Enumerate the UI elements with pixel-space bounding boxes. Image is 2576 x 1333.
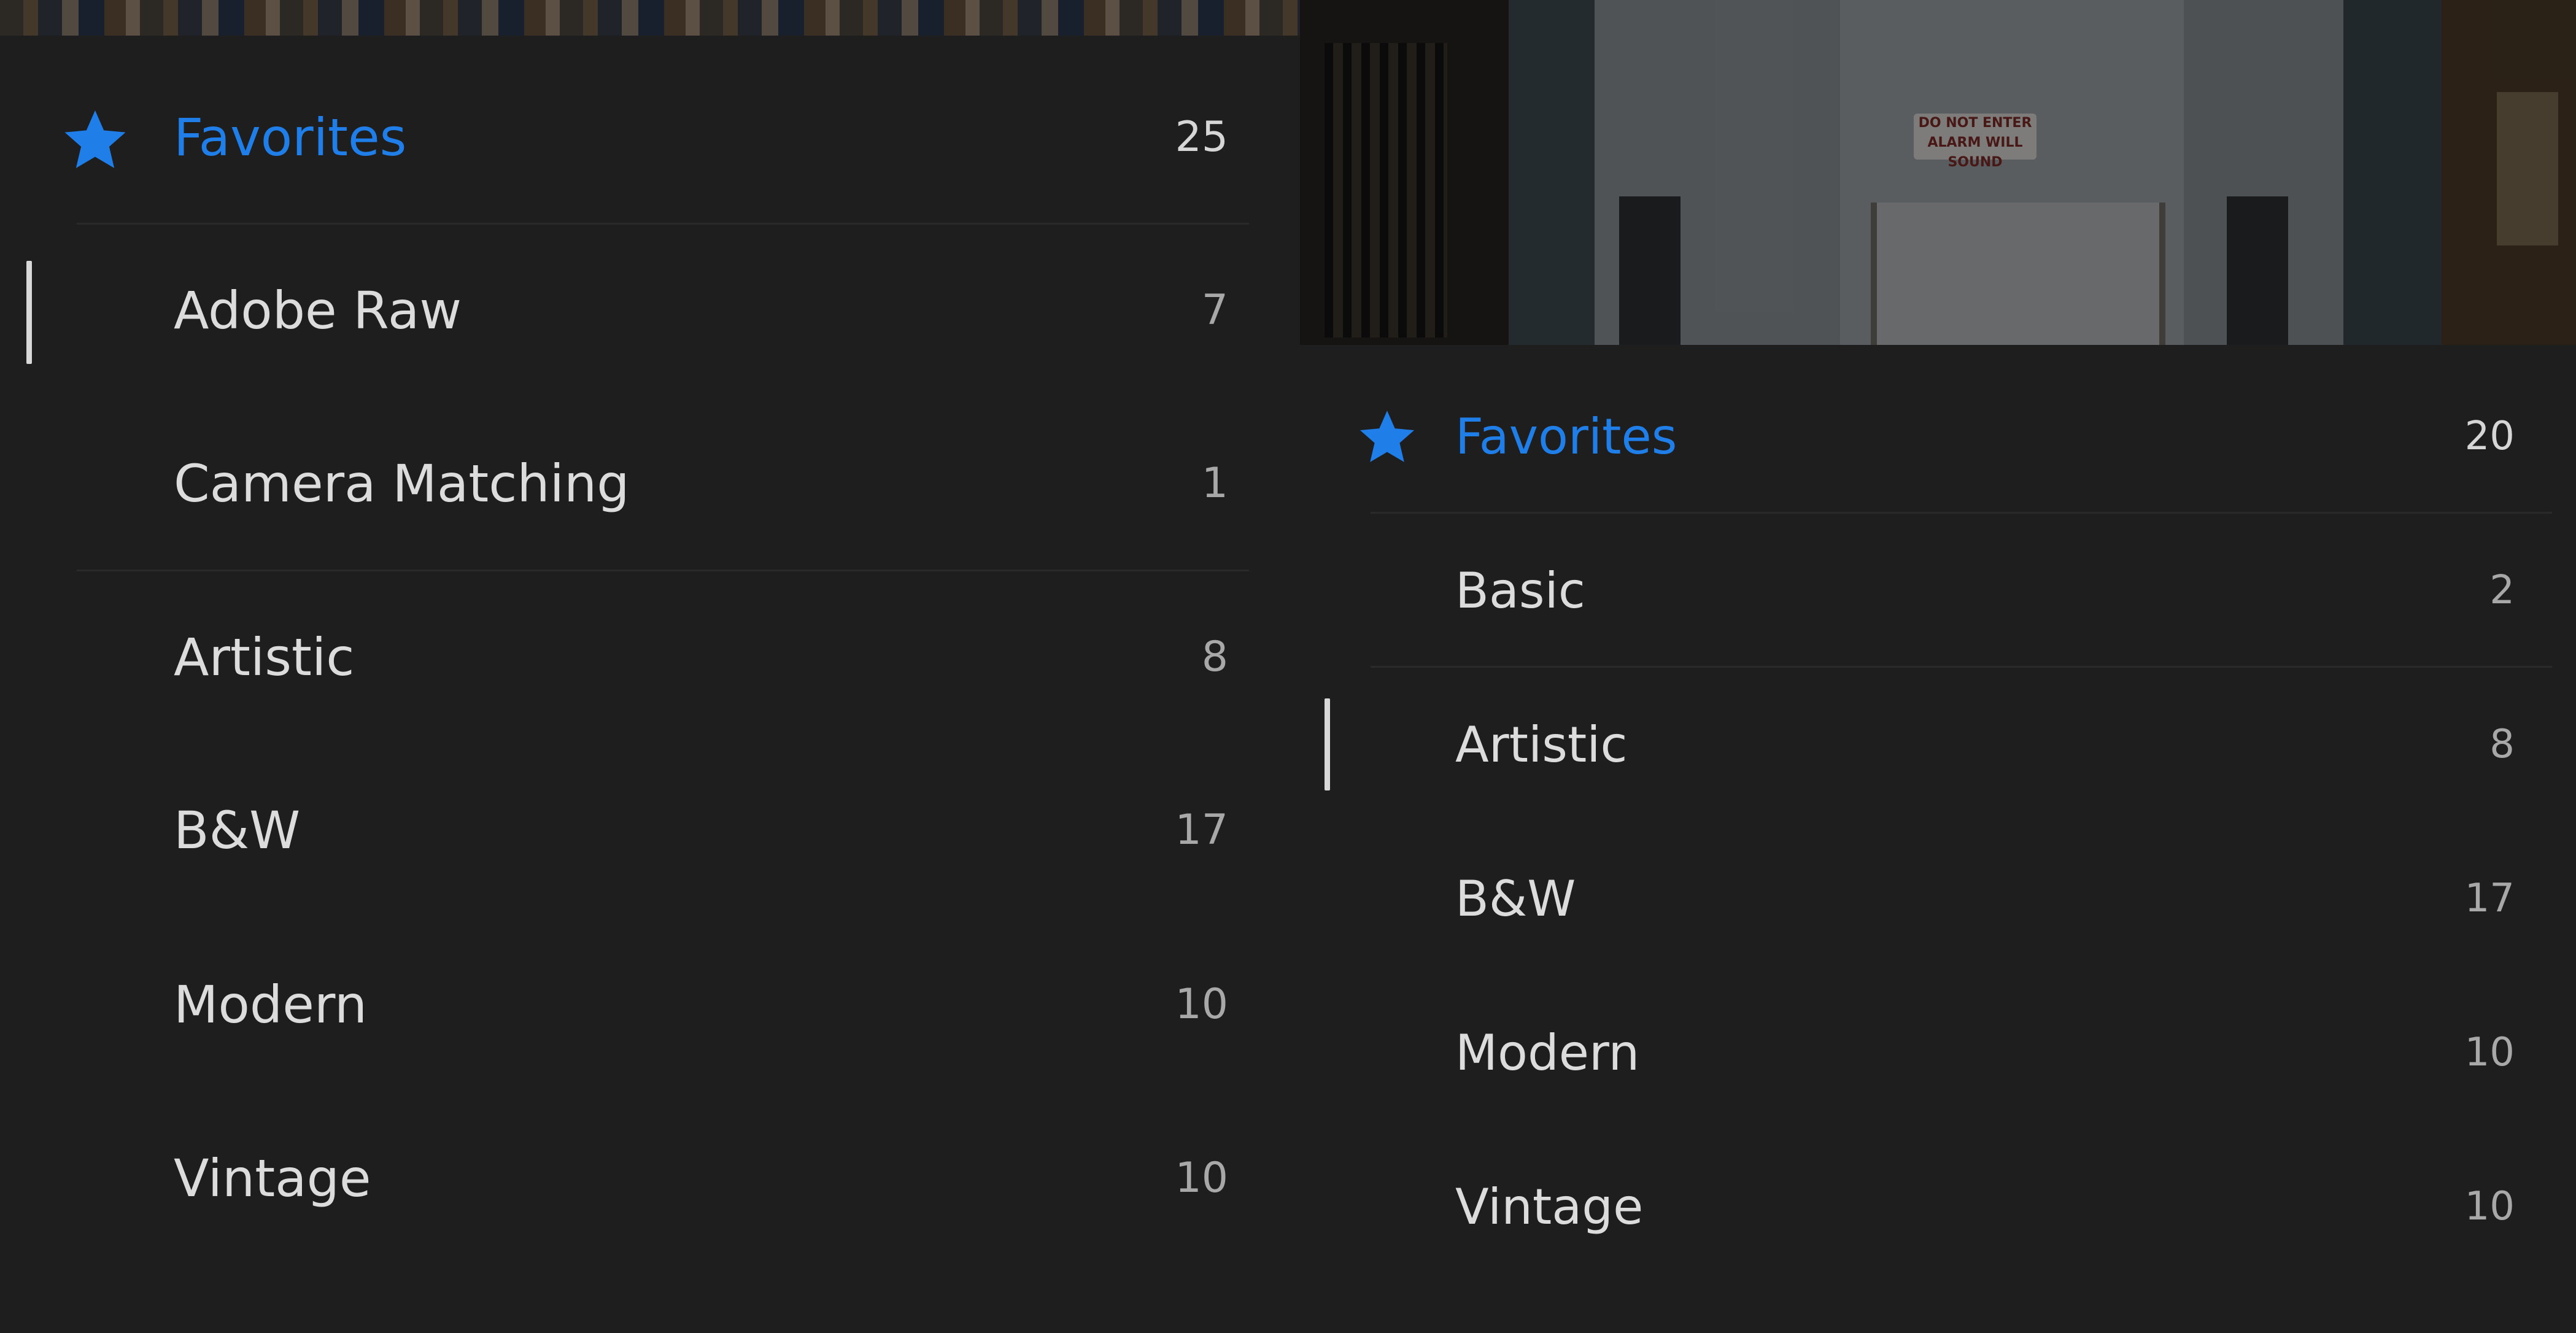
preset-group-favorites[interactable]: Favorites 20: [1300, 360, 2576, 514]
active-group-marker: [26, 261, 32, 364]
preset-group-label: Favorites: [1455, 408, 1677, 465]
photo-preview-strip: [0, 0, 1300, 36]
preset-group-label: B&W: [174, 800, 301, 860]
preset-group-label: Vintage: [1455, 1178, 1644, 1235]
preset-group-count: 8: [1201, 633, 1228, 681]
photo-preview: DO NOT ENTER ALARM WILL SOUND: [1300, 0, 2576, 345]
preset-group-label: Modern: [1455, 1024, 1640, 1081]
preset-group-artistic[interactable]: Artistic 8: [1300, 668, 2576, 822]
preset-group-modern[interactable]: Modern 10: [0, 918, 1300, 1091]
preset-group-count: 10: [2464, 1030, 2515, 1075]
preset-group-count: 10: [1175, 1154, 1228, 1202]
preset-group-label: Vintage: [174, 1148, 371, 1208]
preset-group-label: Modern: [174, 975, 368, 1035]
preset-group-count: 25: [1175, 113, 1228, 161]
preset-group-count: 8: [2489, 722, 2515, 767]
preset-group-basic[interactable]: Basic 2: [1300, 514, 2576, 668]
preset-group-count: 1: [1201, 459, 1228, 508]
preset-group-vintage[interactable]: Vintage 10: [0, 1092, 1300, 1265]
active-group-marker: [1325, 698, 1330, 790]
preset-group-label: Favorites: [174, 107, 407, 168]
preset-group-label: B&W: [1455, 870, 1576, 927]
preset-group-label: Artistic: [174, 627, 355, 687]
preset-group-count: 10: [1175, 980, 1228, 1029]
preset-group-label: Adobe Raw: [174, 280, 462, 341]
preset-group-camera-matching[interactable]: Camera Matching 1: [0, 397, 1300, 570]
preset-group-count: 2: [2489, 568, 2515, 613]
preset-group-label: Basic: [1455, 562, 1585, 619]
preset-group-count: 20: [2464, 414, 2515, 459]
preset-group-favorites[interactable]: Favorites 25: [0, 51, 1300, 224]
presets-panel-right: DO NOT ENTER ALARM WILL SOUND Favorites …: [1300, 0, 2576, 1333]
preset-group-artistic[interactable]: Artistic 8: [0, 571, 1300, 744]
preset-group-count: 17: [1175, 806, 1228, 854]
preset-group-bw[interactable]: B&W 17: [1300, 822, 2576, 976]
star-icon: [1360, 411, 1415, 462]
preset-group-modern[interactable]: Modern 10: [1300, 976, 2576, 1130]
preset-group-bw[interactable]: B&W 17: [0, 744, 1300, 917]
preset-group-adobe-raw[interactable]: Adobe Raw 7: [0, 224, 1300, 397]
preset-group-vintage[interactable]: Vintage 10: [1300, 1130, 2576, 1284]
preset-group-count: 10: [2464, 1184, 2515, 1229]
preset-group-label: Camera Matching: [174, 454, 630, 514]
preset-group-count: 7: [1201, 286, 1228, 334]
preset-group-label: Artistic: [1455, 716, 1628, 773]
preset-group-count: 17: [2464, 876, 2515, 921]
presets-panel-left: Favorites 25 Adobe Raw 7 Camera Matching…: [0, 0, 1300, 1333]
star-icon: [64, 110, 126, 168]
